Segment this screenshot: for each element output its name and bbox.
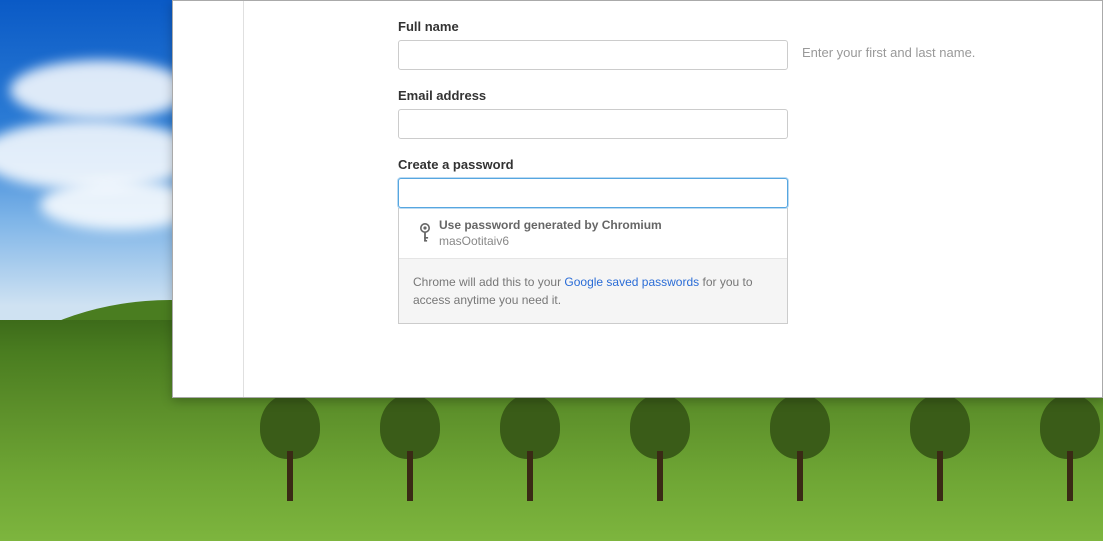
full-name-hint: Enter your first and last name.	[802, 19, 975, 60]
google-saved-passwords-link[interactable]: Google saved passwords	[564, 275, 699, 289]
password-suggestion-footer: Chrome will add this to your Google save…	[399, 258, 787, 323]
signup-form: Full name Enter your first and last name…	[398, 1, 1078, 324]
browser-window: Full name Enter your first and last name…	[172, 0, 1103, 398]
email-row: Email address	[398, 88, 1078, 139]
password-suggestion-title: Use password generated by Chromium	[439, 218, 775, 232]
full-name-input[interactable]	[398, 40, 788, 70]
full-name-label: Full name	[398, 19, 788, 34]
password-input[interactable]	[398, 178, 788, 208]
password-row: Create a password	[398, 157, 1078, 324]
password-suggestion-dropdown: Use password generated by Chromium masOo…	[398, 208, 788, 324]
password-suggestion-value: masOotitaiv6	[439, 234, 775, 248]
use-generated-password-option[interactable]: Use password generated by Chromium masOo…	[399, 208, 787, 258]
key-icon	[411, 223, 439, 243]
email-input[interactable]	[398, 109, 788, 139]
tree	[500, 394, 560, 501]
tree	[260, 394, 320, 501]
tree	[910, 394, 970, 501]
full-name-row: Full name Enter your first and last name…	[398, 19, 1078, 70]
email-label: Email address	[398, 88, 788, 103]
divider	[243, 1, 244, 397]
password-label: Create a password	[398, 157, 788, 172]
footer-text-prefix: Chrome will add this to your	[413, 275, 564, 289]
tree	[770, 394, 830, 501]
tree	[1040, 394, 1100, 501]
tree	[380, 394, 440, 501]
tree	[630, 394, 690, 501]
cloud	[10, 60, 190, 120]
